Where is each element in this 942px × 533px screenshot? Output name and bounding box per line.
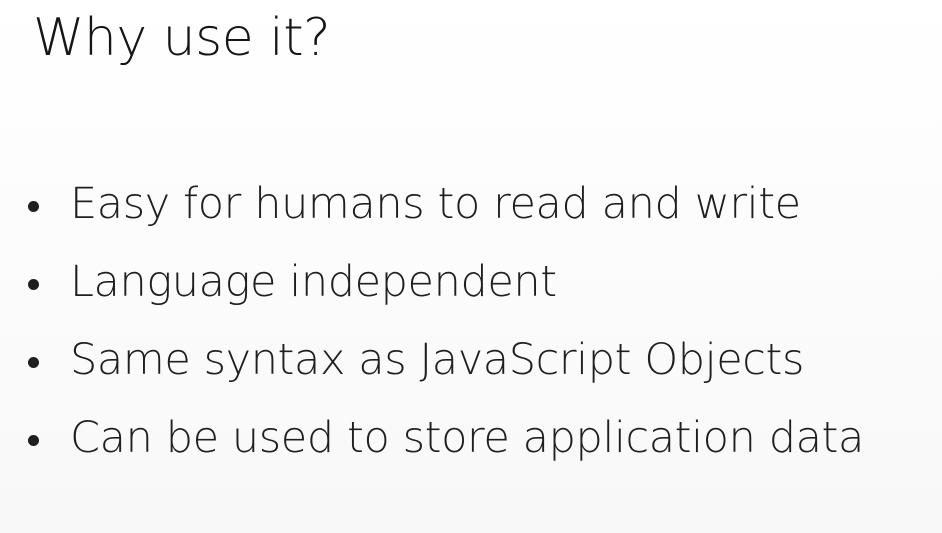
bullet-text: Language independent — [70, 257, 557, 307]
bullet-item: Language independent — [28, 243, 864, 321]
bullet-dot-icon — [28, 278, 39, 290]
bullet-item: Same syntax as JavaScript Objects — [28, 321, 864, 399]
bullet-text: Same syntax as JavaScript Objects — [70, 335, 804, 385]
bullet-dot-icon — [28, 356, 39, 368]
bullet-list: Easy for humans to read and write Langua… — [28, 165, 864, 477]
bullet-dot-icon — [28, 434, 39, 446]
slide: Why use it? Easy for humans to read and … — [0, 0, 942, 533]
bullet-text: Can be used to store application data — [70, 413, 864, 463]
bullet-item: Can be used to store application data — [28, 399, 864, 477]
slide-title: Why use it? — [33, 8, 331, 68]
bullet-dot-icon — [28, 200, 39, 212]
bullet-item: Easy for humans to read and write — [28, 165, 864, 243]
bullet-text: Easy for humans to read and write — [70, 179, 801, 229]
